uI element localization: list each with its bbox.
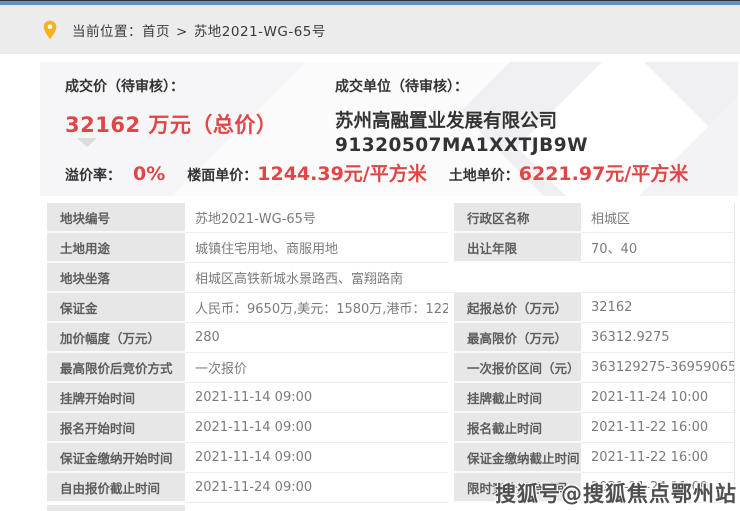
- breadcrumb-prefix: 当前位置：: [72, 24, 142, 40]
- table-value: 2021-11-14 09:00: [185, 383, 448, 413]
- table-label: 最高限价（万元）: [454, 323, 581, 353]
- floor-price-label: 楼面单价：: [187, 165, 257, 185]
- deal-credit-code: 91320507MA1XXTJB9W: [335, 135, 738, 156]
- table-value: 苏地2021-WG-65号: [185, 203, 448, 233]
- deal-price-label: 成交价（待审核）：: [65, 76, 335, 96]
- decor-triangle: [77, 138, 97, 147]
- table-value: 32162: [581, 293, 734, 323]
- breadcrumb: 当前位置：首页 > 苏地2021-WG-65号: [0, 5, 740, 54]
- breadcrumb-home-link[interactable]: 首页: [142, 24, 170, 40]
- floor-price-value: 1244.39元/平方米: [257, 159, 426, 186]
- breadcrumb-text: 当前位置：首页 > 苏地2021-WG-65号: [72, 20, 326, 40]
- table-label: 一次报价区间（元）: [454, 353, 581, 383]
- table-label: 保证金: [47, 293, 185, 323]
- deal-unit-label: 成交单位（待审核）：: [335, 76, 738, 96]
- location-pin-icon: [42, 20, 58, 40]
- table-value: 相城区: [581, 203, 734, 233]
- table-label: 最高限价后竞价方式: [47, 353, 185, 383]
- table-label: 加价幅度（万元）: [47, 323, 185, 353]
- table-value: 2021-11-22 16:00: [581, 443, 734, 473]
- table-value: 70、40: [581, 233, 734, 263]
- table-label: 起报总价（万元）: [454, 293, 581, 323]
- deal-company-name: 苏州高融置业发展有限公司: [335, 109, 738, 135]
- land-price-value: 6221.97元/平方米: [519, 159, 688, 186]
- table-label: 自由报价截止时间: [47, 473, 185, 503]
- table-value: 相城区高铁新城水景路西、富翔路南: [185, 263, 734, 293]
- next-row-partial: [47, 505, 185, 511]
- table-value: 城镇住宅用地、商服用地: [185, 233, 448, 263]
- table-value: 36312.9275: [581, 323, 734, 353]
- table-value: 2021-11-24 10:00: [581, 383, 734, 413]
- table-value: 280: [185, 323, 448, 353]
- table-label: 出让年限: [454, 233, 581, 263]
- table-label: 保证金缴纳开始时间: [47, 443, 185, 473]
- table-label: 保证金缴纳截止时间: [454, 443, 581, 473]
- breadcrumb-separator: >: [176, 24, 188, 40]
- table-value: 363129275-369590650: [581, 353, 734, 383]
- table-label: 报名开始时间: [47, 413, 185, 443]
- table-value: 人民币：9650万,美元：1580万,港币：12230万: [185, 293, 448, 323]
- deal-grid: 成交价（待审核）： 32162 万元（总价） 成交单位（待审核）： 苏州高融置业…: [40, 62, 738, 156]
- land-price-label: 土地单价：: [449, 165, 519, 185]
- page: 当前位置：首页 > 苏地2021-WG-65号 成交价（待审核）： 32162 万元…: [0, 0, 740, 511]
- table-label: 土地用途: [47, 233, 185, 263]
- deal-price-value: 32162 万元（总价）: [65, 109, 335, 139]
- table-value: 2021-11-24 09:00: [185, 473, 448, 503]
- premium-rate-label: 溢价率：: [65, 165, 121, 185]
- deal-unit-block: 成交单位（待审核）： 苏州高融置业发展有限公司 91320507MA1XXTJB…: [335, 76, 738, 156]
- table-value: 2021-11-14 09:00: [185, 443, 448, 473]
- breadcrumb-current: 苏地2021-WG-65号: [194, 24, 326, 40]
- table-value: 一次报价: [185, 353, 448, 383]
- table-label: 挂牌开始时间: [47, 383, 185, 413]
- table-label: 挂牌截止时间: [454, 383, 581, 413]
- parcel-info-table: 地块编号 苏地2021-WG-65号 行政区名称 相城区 土地用途 城镇住宅用地…: [47, 203, 735, 503]
- premium-rate-value: 0%: [133, 163, 165, 185]
- table-label: 报名截止时间: [454, 413, 581, 443]
- deal-price-block: 成交价（待审核）： 32162 万元（总价）: [65, 76, 335, 156]
- table-label: 地块编号: [47, 203, 185, 233]
- table-value: 2021-11-14 09:00: [185, 413, 448, 443]
- table-label: 行政区名称: [454, 203, 581, 233]
- watermark: 搜狐号@搜狐焦点鄂州站: [495, 478, 737, 508]
- deal-metrics-row: 溢价率： 0% 楼面单价： 1244.39元/平方米 土地单价： 6221.97…: [65, 159, 688, 186]
- table-value: 2021-11-22 16:00: [581, 413, 734, 443]
- deal-summary-panel: 成交价（待审核）： 32162 万元（总价） 成交单位（待审核）： 苏州高融置业…: [40, 62, 738, 196]
- table-label: 地块坐落: [47, 263, 185, 293]
